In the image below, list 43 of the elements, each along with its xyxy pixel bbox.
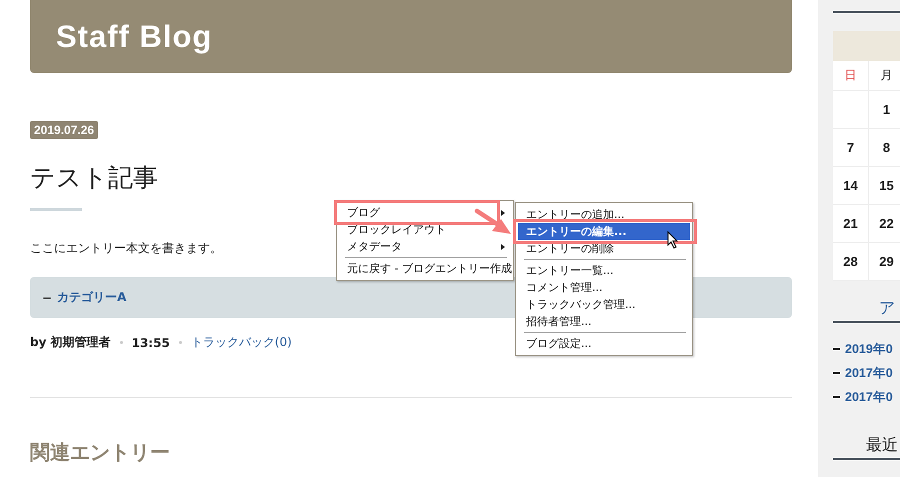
calendar-day[interactable]: 22 xyxy=(869,205,900,243)
entry-body: ここにエントリー本文を書きます。 xyxy=(30,240,222,257)
menu-item[interactable]: コメント管理... xyxy=(518,279,690,296)
menu-item[interactable]: エントリー一覧... xyxy=(518,262,690,279)
calendar-caption-bar xyxy=(833,31,900,61)
calendar-day[interactable]: 15 xyxy=(869,167,900,205)
archive-link[interactable]: 2017年0 xyxy=(845,364,893,382)
category-link[interactable]: カテゴリーA xyxy=(57,289,126,306)
calendar-day[interactable]: 28 xyxy=(833,243,869,281)
date-badge: 2019.07.26 xyxy=(30,121,98,139)
menu-item[interactable]: ブログ設定... xyxy=(518,335,690,352)
cursor-icon xyxy=(668,230,678,249)
weekday-label: 月 xyxy=(869,61,900,91)
blog-title: Staff Blog xyxy=(56,18,212,54)
related-heading: 関連エントリー xyxy=(30,439,171,466)
calendar-day[interactable]: 29 xyxy=(869,243,900,281)
pointer-arrow xyxy=(474,208,511,234)
calendar-day[interactable]: 21 xyxy=(833,205,869,243)
dash-icon xyxy=(833,396,840,398)
archive-link[interactable]: 2019年0 xyxy=(845,340,893,358)
meta-text: 13:55 xyxy=(132,336,170,350)
calendar-day[interactable]: 8 xyxy=(869,129,900,167)
calendar-day[interactable]: 14 xyxy=(833,167,869,205)
archive-link[interactable]: 2017年0 xyxy=(845,388,893,406)
menu-item[interactable]: ブロックレイアウト xyxy=(339,221,511,238)
calendar-day[interactable]: 1 xyxy=(869,91,900,129)
menu-item[interactable]: 招待者管理... xyxy=(518,313,690,330)
menu-item[interactable]: エントリーの編集... xyxy=(518,223,690,240)
recent-heading: 最近 xyxy=(865,434,899,456)
menu-item[interactable]: メタデータ xyxy=(339,238,511,255)
dash-icon xyxy=(833,372,840,374)
meta-text: by 初期管理者 xyxy=(30,334,111,351)
dash-icon xyxy=(833,348,840,350)
weekday-label: 日 xyxy=(833,61,869,91)
menu-item[interactable]: ブログ xyxy=(339,204,511,221)
menu-item[interactable]: 元に戻す - ブログエントリー作成 xyxy=(339,260,511,277)
entry-title: テスト記事 xyxy=(30,163,159,193)
calendar-day[interactable]: 7 xyxy=(833,129,869,167)
archive-heading: ア xyxy=(878,297,896,319)
bullet-mark: − xyxy=(42,290,52,304)
menu-item[interactable]: エントリーの追加... xyxy=(518,206,690,223)
trackback-link[interactable]: トラックバック(0) xyxy=(190,334,292,351)
menu-item[interactable]: トラックバック管理... xyxy=(518,296,690,313)
